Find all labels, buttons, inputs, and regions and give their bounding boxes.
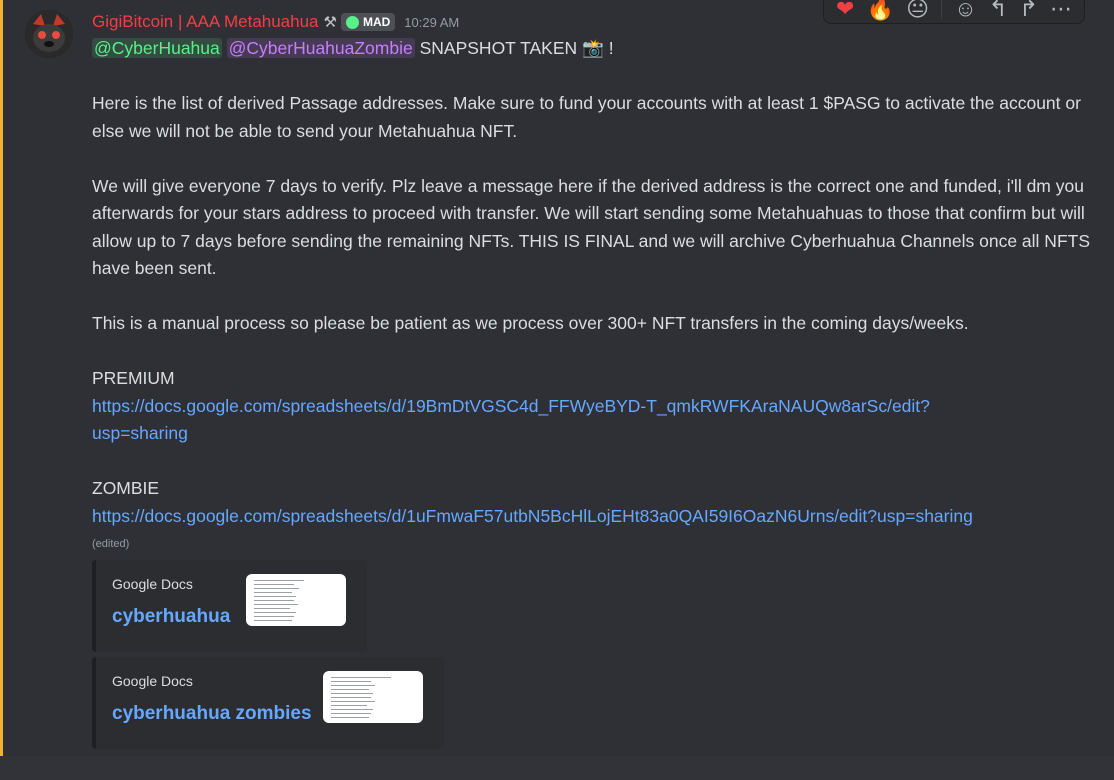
camera-flash-icon: 📸 bbox=[582, 38, 604, 58]
hammer-pick-icon: ⚒ bbox=[323, 14, 337, 31]
embed-title[interactable]: cyberhuahua zombies bbox=[112, 703, 312, 725]
mention-cyberhuahua-zombie[interactable]: @CyberHuahuaZombie bbox=[226, 38, 415, 58]
add-reaction-icon[interactable]: ☺ bbox=[954, 0, 976, 24]
embed-card-zombies[interactable]: Google Docs cyberhuahua zombies bbox=[92, 657, 444, 749]
paragraph-1: Here is the list of derived Passage addr… bbox=[92, 93, 1081, 141]
message-header: GigiBitcoin | AAA Metahuahua ⚒ MAD 10:29… bbox=[92, 11, 459, 33]
more-icon[interactable]: ⋯ bbox=[1050, 0, 1072, 24]
line-1: @CyberHuahua @CyberHuahuaZombie SNAPSHOT… bbox=[92, 35, 1092, 63]
fire-emoji-icon[interactable]: 🔥 bbox=[867, 0, 894, 24]
paragraph-3: This is a manual process so please be pa… bbox=[92, 313, 969, 333]
zombie-label: ZOMBIE bbox=[92, 478, 160, 498]
embed-title[interactable]: cyberhuahua bbox=[112, 606, 230, 628]
heart-emoji-icon[interactable]: ❤ bbox=[836, 0, 854, 24]
toolbar-divider bbox=[941, 0, 943, 19]
message-actions-toolbar: ❤ 🔥 😐 ☺ ↰ ↱ ⋯ bbox=[823, 0, 1085, 24]
mention-cyberhuahua[interactable]: @CyberHuahua bbox=[92, 38, 222, 58]
embed-card-premium[interactable]: Google Docs cyberhuahua bbox=[92, 560, 367, 652]
exclamation-text: ! bbox=[608, 38, 614, 58]
face-emoji-icon[interactable]: 😐 bbox=[906, 0, 929, 24]
premium-link[interactable]: https://docs.google.com/spreadsheets/d/1… bbox=[92, 393, 1092, 448]
snapshot-text: SNAPSHOT TAKEN bbox=[419, 38, 578, 58]
edited-indicator: (edited) bbox=[92, 538, 130, 550]
premium-link-part-1[interactable]: https://docs.google.com/spreadsheets/d/1… bbox=[92, 396, 930, 416]
chat-bottom-area bbox=[0, 756, 1114, 780]
embed-provider: Google Docs bbox=[112, 673, 193, 689]
forward-icon[interactable]: ↱ bbox=[1019, 0, 1037, 24]
tag-icon bbox=[345, 15, 359, 29]
timestamp[interactable]: 10:29 AM bbox=[404, 15, 459, 30]
message-container: GigiBitcoin | AAA Metahuahua ⚒ MAD 10:29… bbox=[0, 0, 1114, 756]
server-tag-label: MAD bbox=[362, 15, 391, 29]
message-content: @CyberHuahua @CyberHuahuaZombie SNAPSHOT… bbox=[92, 35, 1092, 530]
premium-link-part-2[interactable]: usp=sharing bbox=[92, 423, 188, 443]
reply-icon[interactable]: ↰ bbox=[989, 0, 1007, 24]
author-name[interactable]: GigiBitcoin | AAA Metahuahua bbox=[92, 12, 319, 32]
server-tag[interactable]: MAD bbox=[340, 13, 396, 31]
embed-thumbnail[interactable] bbox=[246, 574, 346, 626]
paragraph-2: We will give everyone 7 days to verify. … bbox=[92, 175, 1090, 279]
zombie-link[interactable]: https://docs.google.com/spreadsheets/d/1… bbox=[92, 506, 973, 526]
author-avatar[interactable] bbox=[25, 10, 73, 58]
embed-thumbnail[interactable] bbox=[323, 671, 423, 723]
embed-provider: Google Docs bbox=[112, 576, 193, 592]
premium-label: PREMIUM bbox=[92, 368, 175, 388]
